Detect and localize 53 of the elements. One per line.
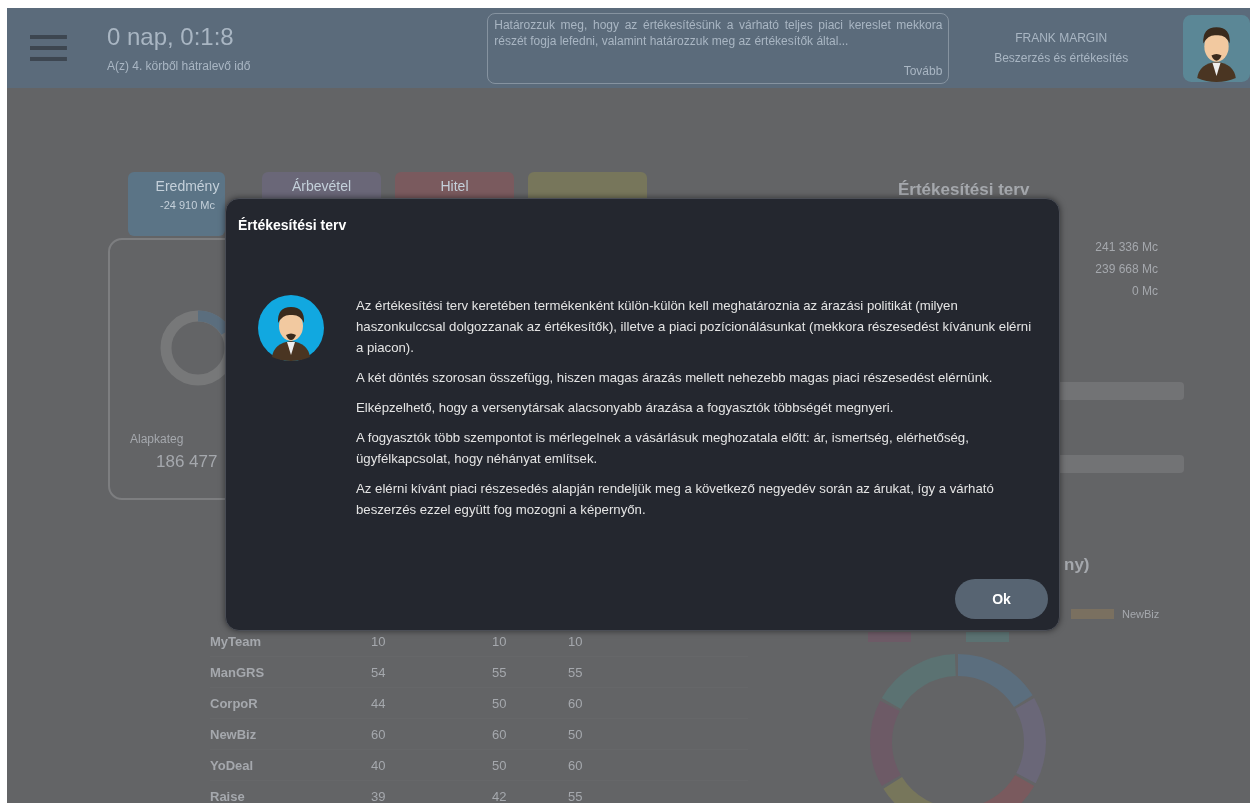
table-cell-text: 10 (371, 633, 387, 649)
table-cell-text: NewBiz (210, 726, 258, 742)
tab-value: -24 910 Mc (160, 199, 215, 211)
plan-value: 239 668 Mc (1094, 261, 1158, 278)
legend-label: NewBiz (1122, 608, 1160, 620)
table-cell-text: 55 (492, 664, 508, 680)
table-cell-text: Raise (210, 788, 246, 803)
table-cell-text: 40 (371, 757, 387, 773)
table-cell-text: YoDeal (210, 757, 255, 773)
card-caption: Alapkateg (130, 432, 184, 446)
table-cell-text: 60 (568, 695, 584, 711)
table-cell-text: 50 (568, 726, 584, 742)
table-cell-text: 42 (492, 788, 508, 803)
timer-text: 0 nap, 0:1:8 (106, 23, 235, 51)
table-cell-text: 60 (492, 726, 508, 742)
dialog-paragraph: Elképzelhető, hogy a versenytársak alacsonyabb árazása a fogyasztók többségét megnyeri. (356, 399, 895, 417)
dialog-paragraph: A két döntés szorosan összefügg, hiszen magas árazás mellett nehezebb magas piaci részesedést elérnünk. (356, 369, 994, 387)
table-cell-text: 39 (371, 788, 387, 803)
person-avatar-icon (1183, 14, 1250, 82)
notice-text: Határozzuk meg, hogy az értékesítésünk a várható teljes piaci kereslet mekkora részét fogja lefedni, valamint határozzuk meg az értékesítők által... (494, 17, 943, 48)
plan-value: 241 336 Mc (1094, 239, 1158, 256)
user-name: FRANK MARGIN (1015, 31, 1108, 45)
menu-icon[interactable] (30, 35, 67, 61)
chart-title: ny) (1064, 555, 1090, 575)
table-cell-text: ManGRS (210, 664, 266, 680)
dialog-paragraph: Az értékesítési terv keretében termékenként külön-külön kell meghatároznia az árazási politikát (milyen haszonkulccsal dolgozzanak az értékesítők), illetve a piaci pozícionálásunkat (mekkora részesedést kívánunk elérni a piacon). (356, 297, 1033, 357)
tab-label: Hitel (440, 178, 469, 194)
table-cell-text: 55 (568, 664, 584, 680)
table-cell-text: 44 (371, 695, 387, 711)
table-cell-text: 10 (492, 633, 508, 649)
table-cell-text: 50 (492, 695, 508, 711)
table-cell-text: 50 (492, 757, 508, 773)
table-cell-text: 60 (568, 757, 584, 773)
dialog-paragraph: Az elérni kívánt piaci részesedés alapján rendeljük meg a következő negyedév során az árukat, így a várható beszerzés ezzel együtt fog mozogni a képernyőn. (356, 480, 995, 519)
tab-label: Eredmény (155, 178, 220, 194)
table-cell-text: 10 (568, 633, 584, 649)
card-value: 186 477 (156, 452, 218, 472)
table-cell-text: 60 (371, 726, 387, 742)
panel-title: Értékesítési terv (898, 180, 1031, 200)
summary-tab[interactable]: Eredmény -24 910 Mc (128, 172, 225, 236)
dialog-paragraph: A fogyasztók több szempontot is mérlegelnek a vásárlásuk meghozatala előtt: ár, ismertség, elérhetőség, ügyfélkapcsolat, hogy néhányat említsek. (356, 429, 970, 468)
table-cell-text: 55 (568, 788, 584, 803)
table-cell-text: CorpoR (210, 695, 259, 711)
dialog-title: Értékesítési terv (238, 217, 347, 233)
table-cell-text: 54 (371, 664, 387, 680)
ok-button[interactable]: Ok (955, 579, 1048, 619)
tab-label: Árbevétel (291, 178, 352, 194)
more-link[interactable]: Tovább (903, 62, 943, 79)
table-cell-text: MyTeam (210, 633, 263, 649)
timer-caption: A(z) 4. körből hátralevő idő (106, 59, 252, 73)
plan-value: 0 Mc (1131, 283, 1158, 300)
person-avatar-icon (258, 295, 324, 361)
user-role: Beszerzés és értékesítés (994, 51, 1129, 65)
